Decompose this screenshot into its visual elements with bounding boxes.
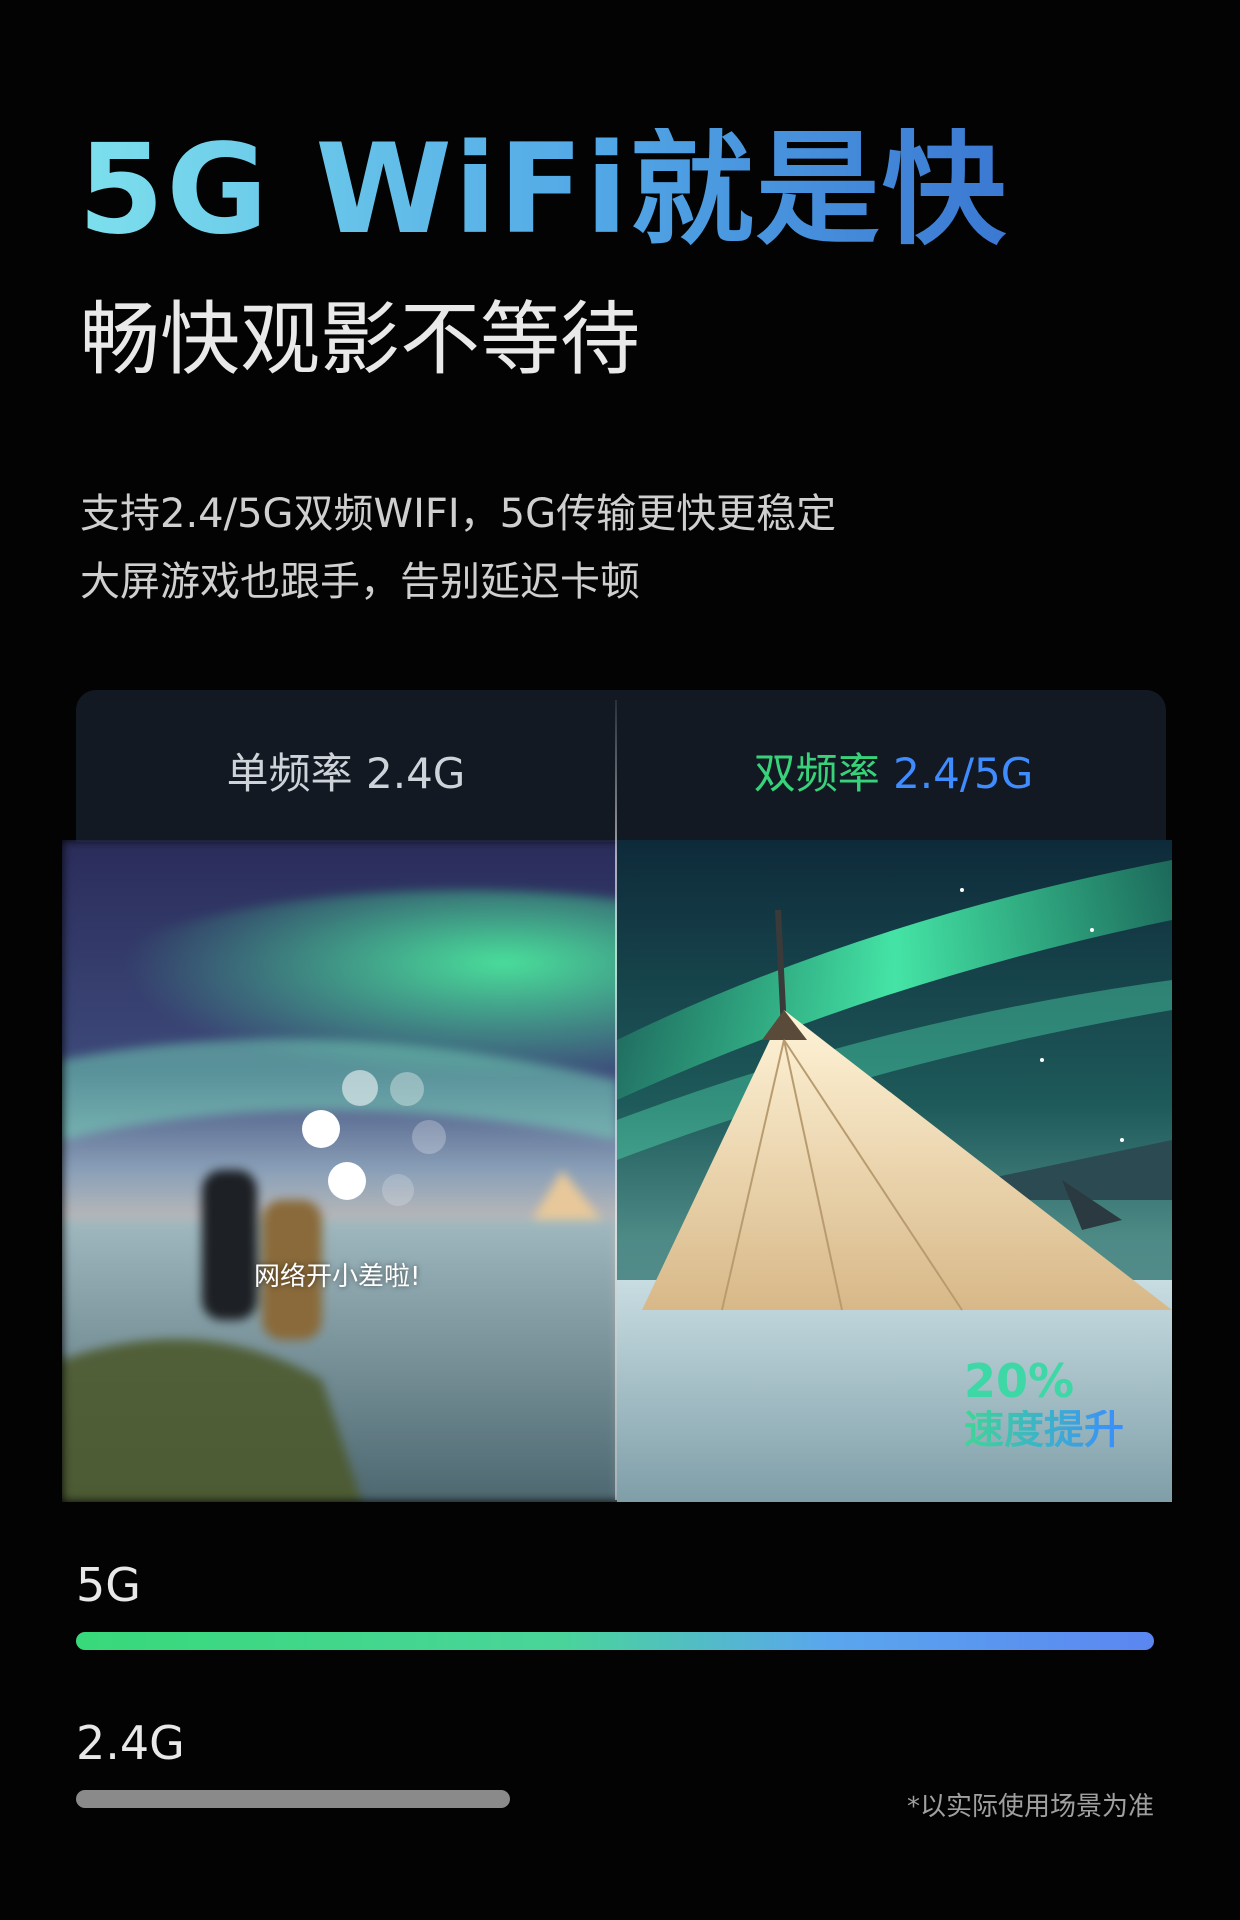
- dual-band-scene: [617, 840, 1172, 1502]
- dual-band-label: 双频率 2.4/5G: [621, 740, 1166, 801]
- description: 支持2.4/5G双频WIFI，5G传输更快更稳定 大屏游戏也跟手，告别延迟卡顿: [80, 480, 836, 616]
- dual-band-label-prefix: 双频率: [753, 749, 894, 798]
- comparison-header: 单频率 2.4G 双频率 2.4/5G: [76, 690, 1166, 842]
- description-line-2: 大屏游戏也跟手，告别延迟卡顿: [80, 559, 640, 605]
- speed-bar-5g: [76, 1632, 1154, 1650]
- subheadline: 畅快观影不等待: [80, 293, 640, 386]
- network-lag-message: 网络开小差啦!: [254, 1262, 421, 1292]
- single-band-label: 单频率 2.4G: [226, 749, 466, 798]
- loading-spinner-icon: [262, 1070, 446, 1220]
- bar-label-5g: 5G: [76, 1558, 141, 1612]
- speed-bar-2-4g: [76, 1790, 510, 1808]
- speed-boost-value: 20%: [964, 1354, 1075, 1408]
- speed-boost-label: 速度提升: [964, 1407, 1124, 1453]
- description-line-1: 支持2.4/5G双频WIFI，5G传输更快更稳定: [80, 491, 837, 537]
- promo-page: 5G WiFi就是快 畅快观影不等待 支持2.4/5G双频WIFI，5G传输更快…: [0, 0, 1240, 1920]
- bar-label-2-4g: 2.4G: [76, 1716, 185, 1770]
- dual-band-label-bands: 2.4/5G: [893, 749, 1034, 798]
- comparison-image: 网络开小差啦! 20% 速度提升: [62, 840, 1172, 1502]
- comparison-divider: [615, 700, 617, 1500]
- footnote: *以实际使用场景为准: [906, 1792, 1154, 1822]
- headline: 5G WiFi就是快: [78, 118, 1008, 262]
